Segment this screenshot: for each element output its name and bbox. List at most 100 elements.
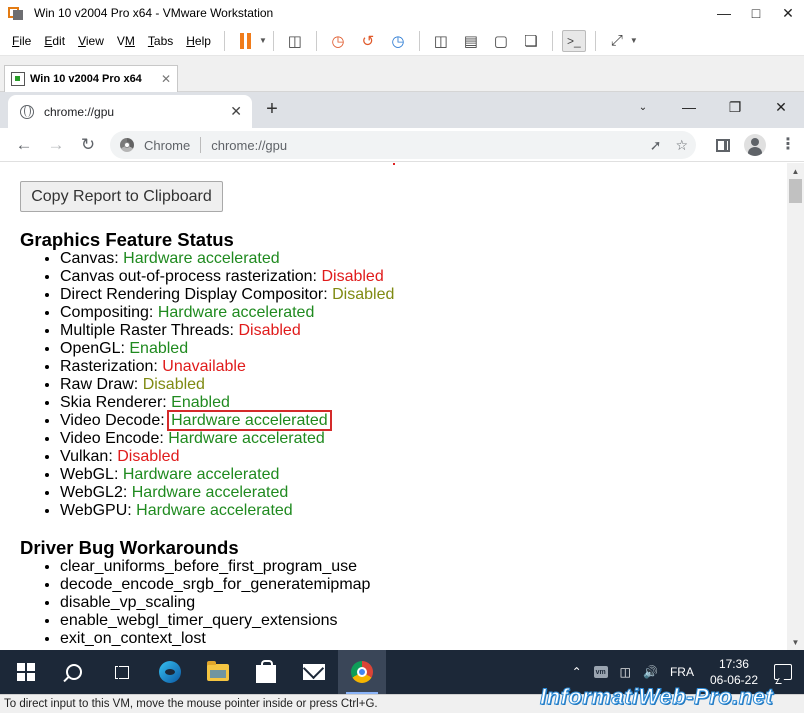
library-view-icon[interactable]: ◫ (429, 30, 453, 52)
feature-status: Hardware accelerated (136, 502, 293, 519)
menu-file[interactable]: File (6, 34, 37, 48)
chrome-menu-icon[interactable]: ⋮ (780, 137, 796, 153)
feature-name: WebGL2: (60, 484, 132, 501)
new-tab-button[interactable]: + (262, 99, 282, 120)
language-indicator[interactable]: FRA (664, 665, 700, 679)
folder-icon (207, 660, 229, 681)
feature-status-item: Rasterization: Unavailable (60, 358, 394, 376)
snapshot-take-icon[interactable]: ◷ (326, 30, 350, 52)
tab-search-icon[interactable]: ⌄ (620, 92, 666, 122)
chrome-tab-title: chrome://gpu (44, 104, 115, 119)
chrome-minimize-button[interactable]: — (666, 92, 712, 122)
feature-name: Skia Renderer: (60, 394, 172, 411)
snapshot-manager-icon[interactable]: ◷ (386, 30, 410, 52)
side-panel-icon[interactable] (716, 138, 730, 152)
toolbar-separator (315, 30, 317, 51)
chrome-restore-button[interactable]: ❐ (712, 92, 758, 122)
feature-status: Enabled (171, 394, 230, 411)
feature-status-item: OpenGL: Enabled (60, 340, 394, 358)
close-icon[interactable]: ✕ (230, 103, 242, 120)
workaround-item: decode_encode_srgb_for_generatemipmap (60, 576, 370, 594)
network-icon[interactable]: ◫ (614, 665, 637, 679)
task-view-button[interactable] (98, 650, 146, 694)
chrome-tabbar: chrome://gpu ✕ + ⌄ — ❐ ✕ (0, 92, 804, 128)
driver-bug-workarounds-title: Driver Bug Workarounds (20, 537, 239, 558)
thumbnail-view-icon[interactable]: ▤ (459, 30, 483, 52)
omnibox-url[interactable]: chrome://gpu (211, 138, 287, 153)
watermark: InformatiWeb-Pro.net (539, 684, 774, 710)
store-taskbar-button[interactable] (242, 650, 290, 694)
chevron-down-icon[interactable]: ▼ (259, 36, 267, 45)
status-text: To direct input to this VM, move the mou… (4, 698, 378, 710)
chrome-tab[interactable]: chrome://gpu ✕ (8, 95, 252, 128)
chrome-taskbar-button[interactable] (338, 650, 386, 694)
minimize-button[interactable]: — (708, 0, 740, 26)
feature-status: Enabled (129, 340, 189, 357)
scroll-up-icon[interactable]: ▲ (787, 163, 804, 179)
copy-report-button[interactable]: Copy Report to Clipboard (20, 181, 223, 212)
full-screen-icon[interactable]: ▢ (489, 30, 513, 52)
feature-status: Hardware accelerated (157, 304, 315, 321)
mail-taskbar-button[interactable] (290, 650, 338, 694)
menu-vm[interactable]: VM (111, 34, 141, 48)
feature-name: Video Encode: (60, 430, 169, 447)
console-view-icon[interactable]: >_ (561, 29, 586, 52)
scroll-down-icon[interactable]: ▼ (787, 634, 804, 650)
feature-name: Rasterization: (60, 358, 163, 375)
vmware-tools-icon: vm (593, 666, 608, 678)
taskbar-search-button[interactable] (50, 650, 98, 694)
share-icon[interactable]: ➚ (650, 137, 662, 154)
unity-icon[interactable]: ❏ (519, 30, 543, 52)
feature-status-item: Compositing: Hardware accelerated (60, 304, 394, 322)
feature-name: OpenGL: (60, 340, 130, 357)
scrollbar-thumb[interactable] (789, 179, 802, 203)
menu-tabs[interactable]: Tabs (142, 34, 179, 48)
feature-name: Video Decode: (60, 412, 170, 429)
toolbar-separator (418, 30, 420, 51)
feature-status: Hardware accelerated (168, 430, 325, 447)
notification-icon[interactable] (774, 664, 792, 680)
close-button[interactable]: ✕ (772, 0, 804, 26)
bookmark-star-icon[interactable]: ☆ (675, 137, 688, 154)
feature-status: Hardware accelerated (122, 466, 280, 483)
menu-help[interactable]: Help (180, 34, 217, 48)
edge-taskbar-button[interactable] (146, 650, 194, 694)
chevron-down-icon[interactable]: ▼ (630, 36, 638, 45)
pause-icon[interactable] (234, 30, 258, 52)
omnibox[interactable]: Chrome chrome://gpu ➚ ☆ (110, 131, 696, 159)
back-button[interactable]: ← (8, 131, 40, 159)
reload-button[interactable]: ↻ (72, 131, 104, 159)
chrome-close-button[interactable]: ✕ (758, 92, 804, 122)
toolbar-separator (272, 30, 274, 51)
vm-tab[interactable]: Win 10 v2004 Pro x64 ✕ (4, 65, 178, 92)
clock-time: 17:36 (718, 657, 749, 671)
feature-status-item: Vulkan: Disabled (60, 448, 394, 466)
menu-view[interactable]: View (72, 34, 110, 48)
forward-button[interactable]: → (40, 131, 72, 159)
feature-status-item: Canvas: Hardware accelerated (60, 250, 394, 268)
volume-icon[interactable]: 🔊 (637, 665, 664, 679)
vm-tabstrip: Win 10 v2004 Pro x64 ✕ (0, 56, 804, 92)
chevron-up-icon[interactable]: ⌃ (566, 665, 588, 679)
page-scrollbar[interactable]: ▲ ▼ (787, 163, 804, 650)
mail-icon (303, 664, 325, 680)
menu-edit[interactable]: Edit (38, 34, 71, 48)
workaround-item: enable_webgl_timer_query_extensions (60, 612, 370, 630)
feature-status: Disabled (332, 286, 395, 303)
feature-status: Hardware accelerated (131, 484, 289, 501)
feature-name: Raw Draw: (60, 376, 143, 393)
profile-avatar-icon[interactable] (744, 134, 766, 156)
close-icon[interactable]: ✕ (161, 72, 171, 86)
feature-status: Disabled (142, 376, 205, 393)
feature-name: Direct Rendering Display Compositor: (60, 286, 333, 303)
vmware-tools-tray-item[interactable]: vm (588, 666, 614, 678)
edge-icon (159, 661, 181, 683)
explorer-taskbar-button[interactable] (194, 650, 242, 694)
start-button[interactable] (2, 650, 50, 694)
feature-status: Disabled (117, 448, 180, 465)
toolbar-separator (594, 30, 596, 51)
send-ctrl-alt-del-icon[interactable]: ◫ (283, 30, 307, 52)
stretch-guest-icon[interactable]: ⤢ (605, 30, 629, 52)
snapshot-revert-icon[interactable]: ↺ (356, 30, 380, 52)
maximize-button[interactable]: □ (740, 0, 772, 26)
